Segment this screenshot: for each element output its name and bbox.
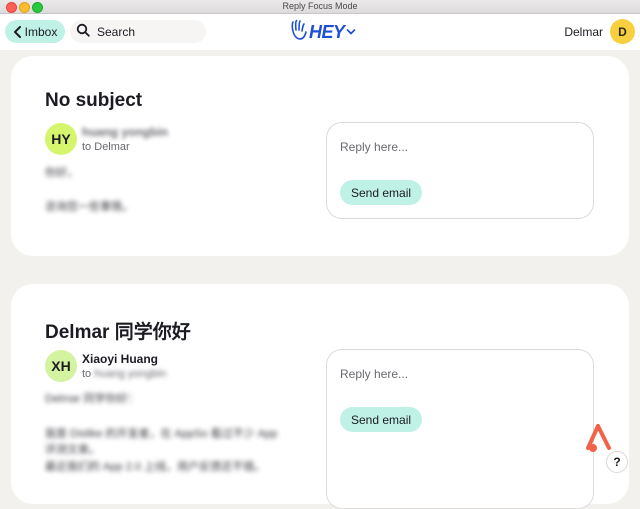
hey-logo-menu[interactable]: HEY: [290, 19, 356, 45]
email-card: Delmar 同学你好 XH Xiaoyi Huang to huang yon…: [11, 284, 629, 509]
email-subject: No subject: [45, 90, 143, 111]
email-body-line: Delmar 同学你好：: [45, 393, 139, 405]
email-subject: Delmar 同学你好: [45, 322, 191, 343]
recipient-name: Delmar: [94, 141, 130, 153]
window-titlebar: Reply Focus Mode: [0, 0, 640, 14]
chevron-down-icon: [346, 23, 356, 41]
reply-box[interactable]: Reply here... Send email: [326, 349, 594, 509]
email-body-line: 你好，: [45, 167, 78, 179]
recipient-name: huang yongbin: [94, 368, 167, 380]
reply-placeholder[interactable]: Reply here...: [340, 140, 408, 154]
imbox-label: Imbox: [24, 24, 58, 39]
search-label: Search: [97, 24, 136, 39]
send-email-button[interactable]: Send email: [340, 180, 423, 205]
email-body-line: 评测文章。: [45, 444, 100, 456]
recipient-line: to huang yongbin: [82, 368, 166, 380]
user-avatar[interactable]: D: [610, 19, 635, 44]
to-prefix: to: [82, 141, 92, 153]
email-body-line: 咨询您一些事情。: [45, 201, 133, 213]
email-card: No subject HY huang yongbin to Delmar 你好…: [11, 56, 629, 256]
user-name[interactable]: Delmar: [564, 25, 603, 39]
sender-name[interactable]: Xiaoyi Huang: [82, 352, 158, 366]
reply-placeholder[interactable]: Reply here...: [340, 367, 408, 381]
email-body-line: 最近我们的 App 2.0 上线，用户反馈还不错。: [45, 461, 266, 473]
sender-name[interactable]: huang yongbin: [82, 125, 168, 139]
logo-text: HEY: [309, 21, 345, 42]
waving-hand-icon: [290, 19, 308, 46]
sender-avatar: HY: [45, 123, 77, 155]
reply-box[interactable]: Reply here... Send email: [326, 122, 594, 219]
chevron-left-icon: [13, 25, 22, 38]
app-header: Imbox Search HEY Delmar D: [0, 14, 640, 50]
send-email-button[interactable]: Send email: [340, 407, 423, 432]
imbox-back-button[interactable]: Imbox: [5, 20, 65, 43]
recipient-line: to Delmar: [82, 141, 130, 153]
window-title: Reply Focus Mode: [282, 1, 358, 11]
email-body-line: 我是 Dislike 的开发者，在 AppSo 看过不少 App: [45, 428, 278, 440]
sender-avatar: XH: [45, 350, 77, 382]
search-button[interactable]: Search: [70, 20, 206, 43]
search-icon: [76, 23, 90, 40]
help-button[interactable]: ?: [606, 451, 628, 473]
to-prefix: to: [82, 368, 92, 380]
